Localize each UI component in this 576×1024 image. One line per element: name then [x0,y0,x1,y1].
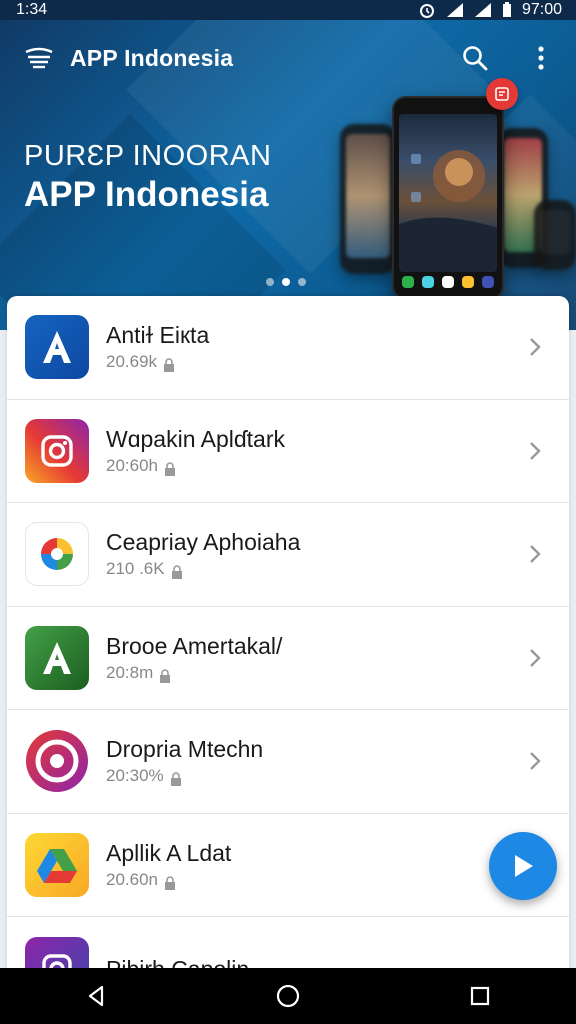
hero-text: PURƐP INOORAN APP Indonesia [24,138,271,216]
app-size: 210 .6K [106,559,165,579]
app-logo-icon [24,46,54,70]
signal-icon [446,2,464,18]
list-item[interactable]: Dropria Mtechn 20:30% [7,710,569,814]
carousel-indicator [266,278,306,286]
alarm-icon [418,2,436,18]
carousel-dot[interactable] [266,278,274,286]
app-size: 20:30% [106,766,164,786]
hero-subtitle: PURƐP INOORAN [24,140,272,172]
list-item[interactable]: Ceapriay Aphoiaha 210 .6K [7,503,569,607]
chevron-right-icon [530,648,541,667]
lock-icon [171,562,183,580]
signal-icon-2 [474,2,492,18]
lock-icon [164,459,176,476]
carousel-dot[interactable] [298,278,306,286]
app-size: 20:8m [106,662,154,682]
list-item[interactable]: Wɑpakin Aplɗtark 20:60h [7,400,569,503]
back-icon[interactable] [76,976,116,1016]
chevron-right-icon [530,441,541,460]
hero-banner: APP Indonesia PURƐP INOORAN APP Indonesi… [0,20,576,330]
instagram-icon [25,418,89,483]
lock-icon [170,769,182,787]
more-vert-icon[interactable] [526,43,556,73]
status-time-right: 97:00 [521,1,562,18]
system-nav-bar [0,968,576,1024]
app-list: Antiɫ Eiкta 20.69k Wɑpakin Aplɗtark 20:6… [7,296,569,976]
home-icon[interactable] [268,976,308,1016]
app-name: Apllik A Ldat [106,839,232,866]
lock-icon [159,666,171,683]
chevron-right-icon [530,752,541,771]
phone-dock [402,274,494,290]
recents-icon[interactable] [460,976,500,1016]
google-photos-icon [25,522,89,587]
app-title: APP Indonesia [70,44,234,71]
app-size: 20.60n [106,869,158,889]
hero-title: APP Indonesia [24,175,269,214]
status-icons: 97:00 [418,1,562,19]
search-icon[interactable] [460,43,490,73]
app-name: Dropria Mtechn [106,736,264,763]
app-name: Brooe Amertakal/ [106,632,283,659]
app-name: Ceapriay Aphoiaha [106,529,301,556]
status-bar: 1:34 97:00 [0,0,576,20]
app-size: 20.69k [106,352,158,372]
list-item[interactable]: Antiɫ Eiкta 20.69k [7,296,569,400]
app-name: Wɑpakin Aplɗtark [106,425,285,452]
play-fab-button[interactable] [489,832,557,900]
phone-image-far-right [534,200,576,270]
phone-image-left [340,124,396,274]
carousel-dot-active[interactable] [282,278,290,286]
lock-icon [163,355,175,373]
blue-a-app-icon [25,315,89,380]
target-app-icon [25,729,89,793]
list-item[interactable]: Brooe Amertakal/ 20:8m [7,607,569,710]
app-bar: APP Indonesia [0,38,576,78]
notification-badge-icon [486,78,518,110]
battery-icon [502,2,512,18]
status-time-left: 1:34 [16,1,48,18]
app-size: 20:60h [106,455,158,475]
green-a-app-icon [25,625,89,690]
chevron-right-icon [530,545,541,564]
phone-image-main [392,96,504,300]
chevron-right-icon [530,338,541,357]
app-name: Antiɫ Eiкta [106,322,210,349]
lock-icon [164,873,176,890]
drive-icon [25,832,89,897]
list-item[interactable]: Apllik A Ldat 20.60n [7,814,569,917]
play-icon [515,855,533,877]
